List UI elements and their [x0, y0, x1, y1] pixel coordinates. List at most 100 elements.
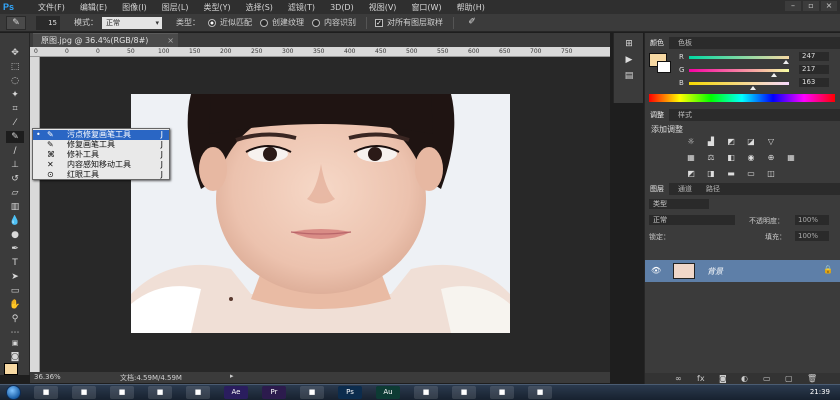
hand-tool-icon[interactable]: ✋ [6, 299, 24, 311]
zoom-tool-icon[interactable]: ⚲ [6, 313, 24, 325]
taskbar-app-13[interactable]: ■ [528, 386, 552, 399]
threshold-icon[interactable]: ▬ [725, 169, 737, 179]
color-spectrum-bar[interactable] [649, 94, 835, 102]
flyout-item-spot-healing-brush[interactable]: • ✎ 污点修复画笔工具 J [33, 130, 169, 140]
selective-color-icon[interactable]: ◫ [765, 169, 777, 179]
flyout-item-content-aware-move[interactable]: ✕ 内容感知移动工具 J [33, 160, 169, 170]
posterize-icon[interactable]: ◨ [705, 169, 717, 179]
quick-select-tool-icon[interactable]: ✦ [6, 89, 24, 101]
levels-icon[interactable]: ▟ [705, 137, 717, 147]
blend-mode-select[interactable]: 正常 [649, 215, 735, 225]
taskbar-app-12[interactable]: ■ [490, 386, 514, 399]
type-radio-content-aware[interactable] [312, 18, 320, 27]
blur-tool-icon[interactable]: 💧 [6, 215, 24, 227]
curves-icon[interactable]: ◩ [725, 137, 737, 147]
red-slider[interactable]: R 247 [679, 52, 835, 64]
brightness-icon[interactable]: ☼ [685, 137, 697, 147]
taskbar-app-1[interactable]: ■ [72, 386, 96, 399]
red-value[interactable]: 247 [799, 52, 829, 61]
menu-image[interactable]: 图像(I) [122, 2, 147, 13]
taskbar-app-6[interactable]: Pr [262, 386, 286, 399]
fill-input[interactable]: 100% [795, 231, 829, 241]
type-radio-texture[interactable] [260, 18, 268, 27]
menu-filter[interactable]: 滤镜(T) [288, 2, 315, 13]
layer-filter-select[interactable]: 类型 [649, 199, 709, 209]
type-tool-icon[interactable]: T [6, 257, 24, 269]
new-layer-icon[interactable]: ▢ [785, 374, 793, 383]
menu-3d[interactable]: 3D(D) [330, 3, 354, 12]
vibrance-icon[interactable]: ▽ [765, 137, 777, 147]
brush-size-picker[interactable]: 15 [36, 15, 60, 30]
start-button-icon[interactable] [6, 385, 21, 400]
menu-help[interactable]: 帮助(H) [457, 2, 485, 13]
adjustment-layer-icon[interactable]: ◐ [741, 374, 748, 383]
tab-color[interactable]: 颜色 [645, 37, 669, 49]
exposure-icon[interactable]: ◪ [745, 137, 757, 147]
taskbar-app-5[interactable]: Ae [224, 386, 248, 399]
crop-tool-icon[interactable]: ⌗ [6, 103, 24, 115]
history-panel-icon[interactable]: ⊞ [621, 39, 637, 51]
flyout-item-red-eye[interactable]: ⊙ 红眼工具 J [33, 170, 169, 180]
green-value[interactable]: 217 [799, 65, 829, 74]
taskbar-app-10[interactable]: ■ [414, 386, 438, 399]
eyedropper-tool-icon[interactable]: ⁄ [6, 117, 24, 129]
tool-preset-picker-icon[interactable]: ✎ [6, 15, 26, 30]
type-radio-proximity[interactable] [208, 18, 216, 27]
mode-select[interactable]: 正常 [102, 16, 162, 29]
background-color-box[interactable] [657, 61, 671, 73]
hue-saturation-icon[interactable]: ▦ [685, 153, 697, 163]
taskbar-app-9[interactable]: Au [376, 386, 400, 399]
sample-all-layers-checkbox[interactable]: ✓ [375, 18, 383, 27]
invert-icon[interactable]: ◩ [685, 169, 697, 179]
properties-icon[interactable]: ▤ [621, 71, 637, 83]
tab-styles[interactable]: 样式 [673, 109, 697, 121]
menu-view[interactable]: 视图(V) [369, 2, 397, 13]
flyout-item-patch[interactable]: ⌘ 修补工具 J [33, 150, 169, 160]
layer-row-background[interactable]: 👁 背景 🔒 [645, 260, 840, 282]
clone-stamp-tool-icon[interactable]: ⊥ [6, 159, 24, 171]
taskbar-app-0[interactable]: ■ [34, 386, 58, 399]
taskbar-app-8[interactable]: Ps [338, 386, 362, 399]
color-lookup-icon[interactable]: ▦ [785, 153, 797, 163]
menu-window[interactable]: 窗口(W) [411, 2, 441, 13]
fx-icon[interactable]: fx [697, 374, 705, 383]
screen-mode-icon[interactable]: ▣ [6, 337, 24, 349]
menu-edit[interactable]: 编辑(E) [80, 2, 107, 13]
tab-swatches[interactable]: 色板 [673, 37, 697, 49]
shape-tool-icon[interactable]: ▭ [6, 285, 24, 297]
tab-layers[interactable]: 图层 [645, 183, 669, 195]
brush-tool-icon[interactable]: ∕ [6, 145, 24, 157]
play-actions-icon[interactable]: ▶ [621, 55, 637, 67]
document-tab[interactable]: 原图.jpg @ 36.4%(RGB/8#) × [33, 33, 178, 47]
tab-adjustments[interactable]: 调整 [645, 109, 669, 121]
zoom-level[interactable]: 36.36% [34, 373, 61, 381]
flyout-item-healing-brush[interactable]: ✎ 修复画笔工具 J [33, 140, 169, 150]
mask-icon[interactable]: ◙ [719, 374, 727, 383]
color-balance-icon[interactable]: ⚖ [705, 153, 717, 163]
trash-icon[interactable]: 🗑 [807, 374, 817, 383]
lasso-tool-icon[interactable]: ◌ [6, 75, 24, 87]
gradient-map-icon[interactable]: ▭ [745, 169, 757, 179]
menu-file[interactable]: 文件(F) [38, 2, 65, 13]
taskbar-app-2[interactable]: ■ [110, 386, 134, 399]
history-brush-tool-icon[interactable]: ↺ [6, 173, 24, 185]
taskbar-app-7[interactable]: ■ [300, 386, 324, 399]
menu-type[interactable]: 类型(Y) [203, 2, 230, 13]
green-slider[interactable]: G 217 [679, 65, 835, 77]
eraser-tool-icon[interactable]: ▱ [6, 187, 24, 199]
taskbar-app-3[interactable]: ■ [148, 386, 172, 399]
group-icon[interactable]: ▭ [763, 374, 771, 383]
dodge-tool-icon[interactable]: ● [6, 229, 24, 241]
menu-select[interactable]: 选择(S) [246, 2, 273, 13]
taskbar-app-4[interactable]: ■ [186, 386, 210, 399]
eye-icon[interactable]: 👁 [651, 266, 661, 275]
foreground-color-swatch[interactable] [4, 363, 18, 375]
spot-healing-brush-tool-icon[interactable]: ✎ [6, 131, 24, 143]
black-white-icon[interactable]: ◧ [725, 153, 737, 163]
close-icon[interactable]: × [821, 1, 837, 11]
status-arrow-icon[interactable]: ▸ [230, 372, 234, 380]
tab-paths[interactable]: 路径 [701, 183, 725, 195]
menu-layer[interactable]: 图层(L) [162, 2, 189, 13]
close-tab-icon[interactable]: × [167, 34, 174, 48]
tab-channels[interactable]: 通道 [673, 183, 697, 195]
